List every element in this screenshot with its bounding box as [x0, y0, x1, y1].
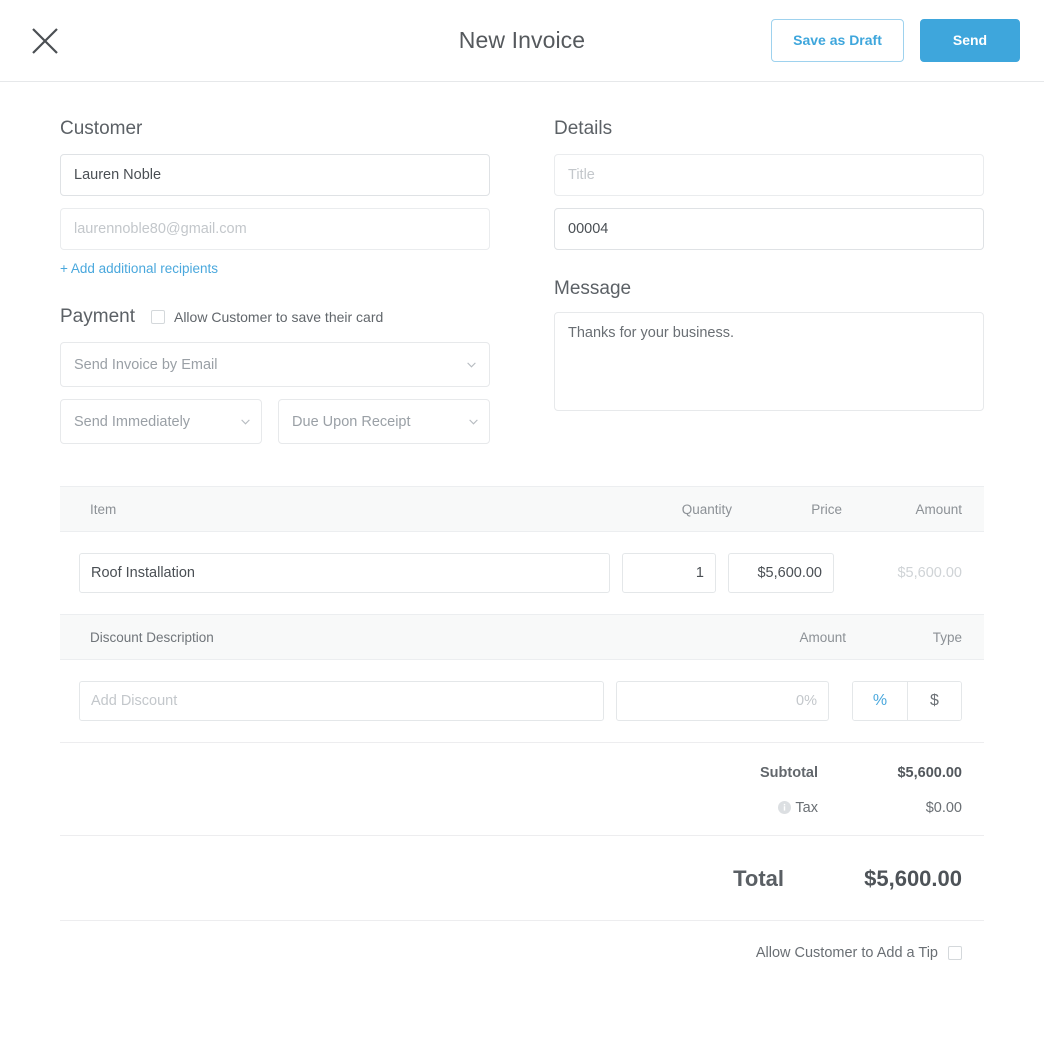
form-columns: Customer + Add additional recipients Pay…	[60, 82, 984, 444]
discount-amount-input[interactable]	[616, 681, 829, 721]
payment-header-row: Payment Allow Customer to save their car…	[60, 306, 490, 328]
due-terms-select[interactable]: Due Upon Receipt	[278, 399, 490, 444]
grand-total-section: Total $5,600.00	[60, 836, 984, 920]
discount-table: Discount Description Amount Type % $	[60, 614, 984, 742]
allow-tip-row[interactable]: Allow Customer to Add a Tip	[60, 921, 984, 961]
send-timing-value: Send Immediately	[74, 413, 191, 430]
save-card-label: Allow Customer to save their card	[173, 309, 384, 325]
right-column: Details Message	[554, 118, 984, 444]
due-terms-value: Due Upon Receipt	[292, 413, 411, 430]
info-icon[interactable]	[778, 801, 792, 814]
chevron-down-icon	[467, 362, 476, 368]
details-section: Details	[554, 118, 984, 250]
discount-description-input[interactable]	[79, 681, 604, 721]
subtotal-value: $5,600.00	[897, 765, 962, 781]
add-additional-recipients-link[interactable]: + Add additional recipients	[60, 261, 218, 276]
payment-section: Payment Allow Customer to save their car…	[60, 306, 490, 444]
items-table: Item Quantity Price Amount $5,600.00	[60, 486, 984, 614]
allow-tip-label: Allow Customer to Add a Tip	[755, 945, 938, 961]
message-textarea[interactable]	[554, 312, 984, 411]
payment-section-title: Payment	[60, 306, 135, 327]
send-timing-select[interactable]: Send Immediately	[60, 399, 263, 444]
invoice-number-input[interactable]	[554, 208, 984, 250]
save-as-draft-button[interactable]: Save as Draft	[771, 19, 904, 62]
invoice-title-input[interactable]	[554, 154, 984, 196]
save-card-checkbox-row[interactable]: Allow Customer to save their card	[150, 309, 384, 325]
tax-label-cell: Tax	[666, 800, 846, 816]
total-label: Total	[733, 866, 784, 891]
customer-section: Customer + Add additional recipients	[60, 118, 490, 278]
discount-type-dollar-button[interactable]: $	[907, 682, 961, 720]
message-section-title: Message	[554, 278, 632, 299]
item-amount-value: $5,600.00	[897, 565, 962, 581]
total-row: Total $5,600.00	[60, 866, 962, 892]
total-value: $5,600.00	[864, 866, 962, 891]
schedule-selects: Send Immediately Due Upon Receipt	[60, 399, 490, 444]
customer-section-title: Customer	[60, 118, 143, 139]
discount-type-toggle: % $	[852, 681, 962, 721]
details-section-title: Details	[554, 118, 613, 139]
discount-table-header: Discount Description Amount Type	[60, 614, 984, 660]
chevron-down-icon	[241, 419, 250, 425]
item-price-input[interactable]	[728, 553, 834, 593]
left-column: Customer + Add additional recipients Pay…	[60, 118, 490, 444]
column-header-amount: Amount	[915, 501, 962, 517]
message-section: Message	[554, 278, 984, 411]
header-actions: Save as Draft Send	[771, 19, 1020, 62]
items-table-header: Item Quantity Price Amount	[60, 486, 984, 532]
allow-tip-checkbox[interactable]	[948, 946, 962, 960]
column-header-quantity: Quantity	[681, 501, 732, 517]
page-body: Customer + Add additional recipients Pay…	[0, 82, 1044, 961]
column-header-discount-amount: Amount	[799, 629, 846, 645]
save-card-checkbox[interactable]	[150, 310, 165, 324]
chevron-down-icon	[469, 419, 478, 425]
column-header-discount-description: Discount Description	[90, 629, 214, 645]
customer-email-input[interactable]	[60, 208, 490, 250]
table-row: $5,600.00	[60, 532, 984, 614]
column-header-price: Price	[811, 501, 842, 517]
column-header-discount-type: Type	[932, 629, 962, 645]
tax-label: Tax	[795, 800, 818, 816]
delivery-method-select[interactable]: Send Invoice by Email	[60, 342, 490, 387]
subtotal-row: Subtotal $5,600.00	[60, 765, 962, 781]
customer-name-input[interactable]	[60, 154, 490, 196]
discount-type-percent-button[interactable]: %	[853, 682, 907, 720]
tax-value: $0.00	[925, 800, 962, 816]
app-header: New Invoice Save as Draft Send	[0, 0, 1044, 82]
tax-row: Tax $0.00	[60, 800, 962, 816]
totals-section: Subtotal $5,600.00 Tax $0.00	[60, 743, 984, 816]
item-description-input[interactable]	[79, 553, 610, 593]
delivery-method-value: Send Invoice by Email	[74, 356, 218, 373]
subtotal-label: Subtotal	[760, 765, 818, 781]
send-button[interactable]: Send	[920, 19, 1020, 62]
column-header-item: Item	[90, 501, 117, 517]
item-quantity-input[interactable]	[622, 553, 716, 593]
discount-row: % $	[60, 660, 984, 742]
